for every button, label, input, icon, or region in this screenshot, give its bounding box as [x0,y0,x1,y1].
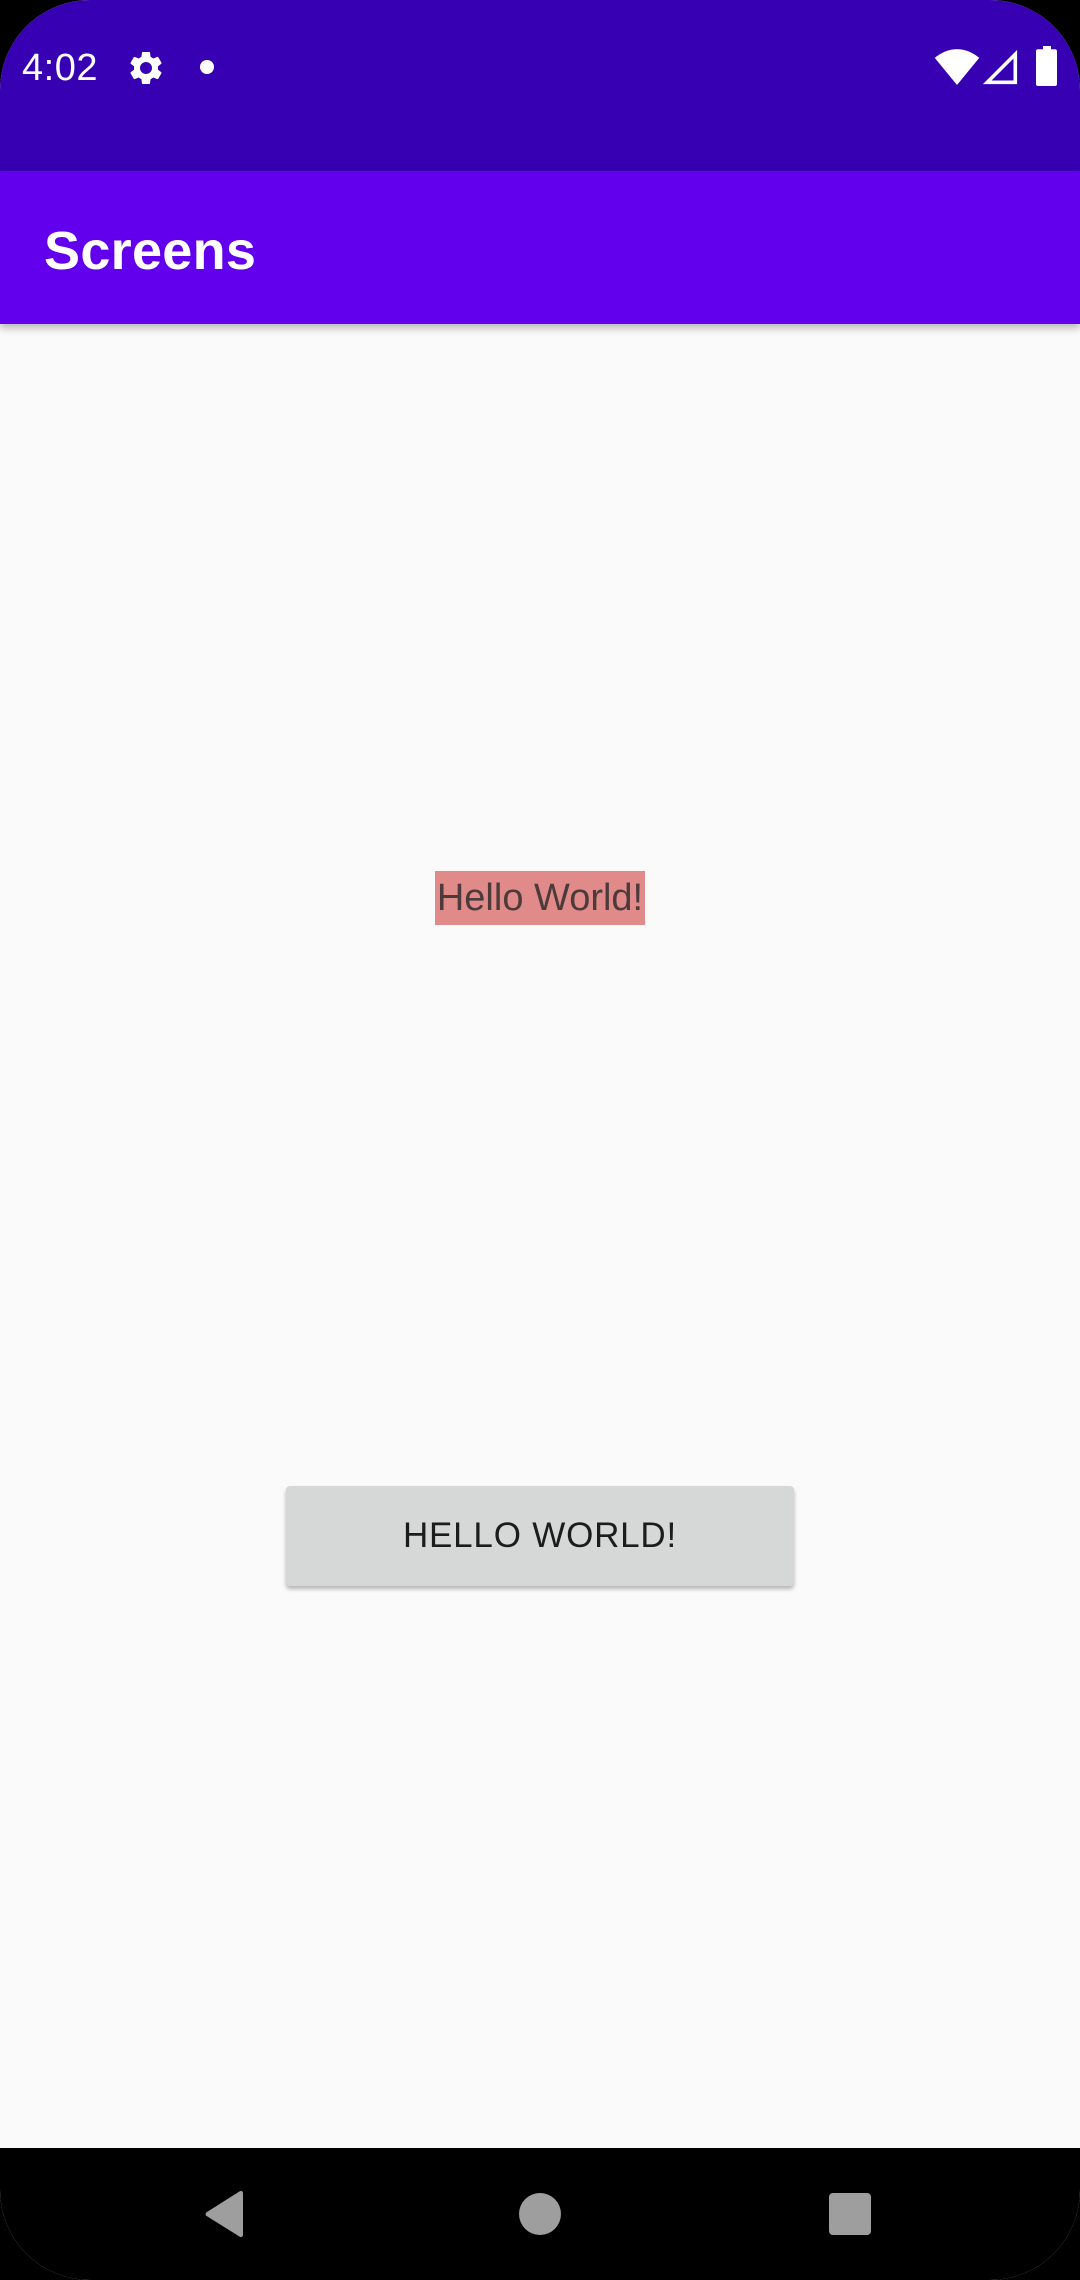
hello-world-text: Hello World! [435,871,645,925]
battery-icon [1036,46,1057,86]
home-icon[interactable] [519,2193,561,2235]
navigation-bar [0,2148,1080,2280]
main-content: Hello World! HELLO WORLD! [0,324,1080,2148]
wifi-icon [934,49,980,86]
device-screen: 4:02 Screens Hello World! HELLO WORLD! [0,0,1080,2280]
app-title: Screens [44,221,257,281]
app-bar: Screens [0,171,1080,324]
notification-dot-icon [200,60,214,74]
gear-icon [130,51,162,84]
status-bar: 4:02 [0,0,1080,171]
status-time: 4:02 [22,47,98,89]
signal-icon [982,49,1018,85]
back-icon[interactable] [203,2190,247,2238]
hello-world-button[interactable]: HELLO WORLD! [286,1486,794,1586]
recents-icon[interactable] [829,2193,871,2235]
